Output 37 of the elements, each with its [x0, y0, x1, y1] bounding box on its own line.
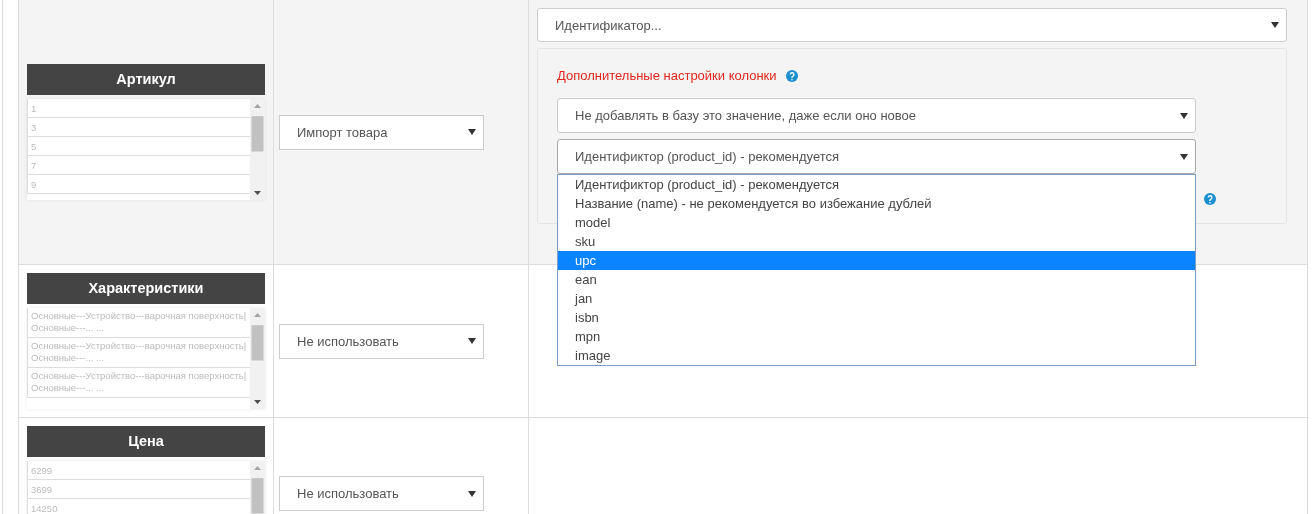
select-field[interactable]: Не использовать: [279, 476, 484, 511]
sample-value: 9: [27, 175, 250, 194]
select-field[interactable]: Не использовать: [279, 323, 484, 359]
select-field[interactable]: Идентификтор (product_id) - рекомендуется: [557, 139, 1196, 174]
select-field[interactable]: Идентификатор...: [537, 8, 1287, 42]
dropdown-option[interactable]: jan: [558, 289, 1195, 308]
dropdown-option[interactable]: Идентификтор (product_id) - рекомендуется: [558, 175, 1195, 194]
column-header: Характеристики: [27, 273, 265, 304]
sample-value: 6299: [27, 461, 250, 480]
select-field[interactable]: Импорт товара: [279, 114, 484, 150]
sample-value: 3: [27, 118, 250, 137]
select-field[interactable]: Не добавлять в базу это значение, даже если оно новое: [557, 98, 1196, 133]
column-header: Цена: [27, 426, 265, 457]
help-icon[interactable]: [785, 69, 798, 82]
sample-value: 7: [27, 156, 250, 175]
sample-value: 3699: [27, 480, 250, 499]
caret-icon: [1180, 112, 1188, 119]
scrollbar[interactable]: [250, 99, 265, 200]
dropdown-option[interactable]: model: [558, 213, 1195, 232]
dropdown-option[interactable]: upc: [558, 251, 1195, 270]
sample-value: 5: [27, 137, 250, 156]
caret-icon: [468, 129, 476, 135]
caret-icon: [468, 338, 476, 344]
dropdown-option[interactable]: isbn: [558, 308, 1195, 327]
panel-title: Дополнительные настройки колонки: [557, 68, 777, 83]
caret-icon: [1271, 22, 1279, 28]
dropdown-option[interactable]: mpn: [558, 327, 1195, 346]
sample-value: 1: [27, 99, 250, 118]
dropdown-option[interactable]: image: [558, 346, 1195, 365]
caret-icon: [1180, 153, 1188, 160]
dropdown-option[interactable]: Название (name) - не рекомендуется во избежание дублей: [558, 194, 1195, 213]
column-header: Артикул: [27, 64, 265, 95]
help-icon[interactable]: [1204, 193, 1216, 205]
caret-icon: [468, 490, 476, 497]
dropdown-option[interactable]: ean: [558, 270, 1195, 289]
dropdown-option[interactable]: sku: [558, 232, 1195, 251]
scrollbar[interactable]: [250, 308, 265, 409]
